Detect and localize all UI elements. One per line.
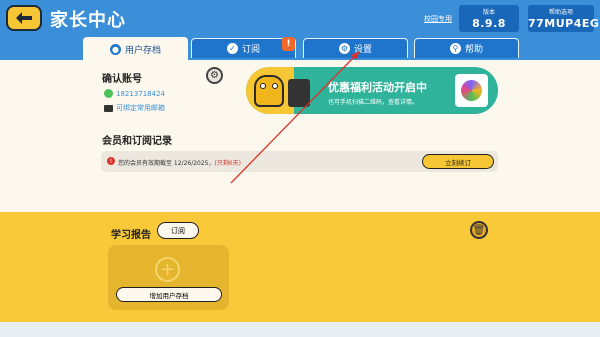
trash-icon[interactable]: 🗑 xyxy=(470,221,488,239)
add-archive-card[interactable]: + 增加用户存档 xyxy=(108,245,229,310)
report-subscribe-button[interactable]: 订阅 xyxy=(157,222,199,239)
report-title: 学习报告 xyxy=(111,230,151,241)
report-section xyxy=(0,212,600,322)
plus-icon: + xyxy=(155,257,180,282)
add-archive-button[interactable]: 增加用户存档 xyxy=(116,287,222,302)
bottom-strip xyxy=(0,322,600,337)
